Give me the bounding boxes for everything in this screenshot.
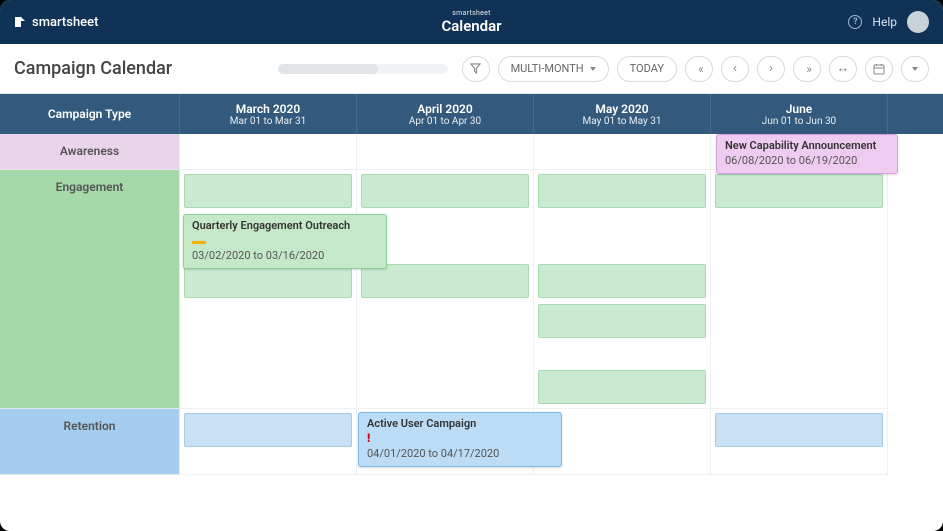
cell-awareness-apr[interactable] (357, 134, 534, 170)
toolbar: Campaign Calendar MULTI-MONTH TODAY « ‹ … (0, 44, 943, 94)
page-title: Campaign Calendar (14, 58, 172, 79)
app-title-main: Calendar (441, 18, 501, 35)
event-block-green[interactable] (715, 174, 883, 208)
calendar-button[interactable] (865, 56, 893, 82)
event-title: Quarterly Engagement Outreach (192, 219, 378, 234)
header-campaign-type: Campaign Type (0, 94, 180, 134)
brand: smartsheet (14, 15, 98, 30)
event-dates: 04/01/2020 to 04/17/2020 (367, 447, 553, 462)
event-block-green[interactable] (538, 264, 706, 298)
header-month-2[interactable]: May 2020 May 01 to May 31 (534, 94, 711, 134)
help-icon[interactable]: ? (848, 15, 862, 29)
today-button[interactable]: TODAY (617, 56, 677, 82)
row-label-awareness: Awareness (0, 134, 180, 170)
event-dates: 03/02/2020 to 03/16/2020 (192, 249, 378, 264)
event-block-green[interactable] (361, 174, 529, 208)
row-engagement: Engagement (0, 170, 943, 409)
chevron-left-icon: ‹ (733, 62, 737, 75)
today-label: TODAY (630, 62, 664, 75)
row-label-engagement: Engagement (0, 170, 180, 409)
help-label[interactable]: Help (872, 15, 897, 29)
nav-last-button[interactable]: » (793, 56, 821, 82)
grid-body: Awareness Engagement (0, 134, 943, 531)
row-label-retention: Retention (0, 409, 180, 475)
cell-engagement-mar[interactable] (180, 170, 357, 409)
more-options-button[interactable] (901, 56, 929, 82)
avatar[interactable] (907, 11, 929, 33)
horizontal-scrollbar[interactable] (278, 64, 448, 74)
chevron-down-icon (590, 67, 596, 71)
scrollbar-thumb[interactable] (278, 64, 378, 74)
nav-next-button[interactable]: › (757, 56, 785, 82)
view-mode-select[interactable]: MULTI-MONTH (498, 56, 609, 82)
status-flag-yellow-icon (192, 241, 206, 244)
cell-awareness-mar[interactable] (180, 134, 357, 170)
event-block-green[interactable] (184, 174, 352, 208)
event-block-green[interactable] (538, 304, 706, 338)
grid-header: Campaign Type March 2020 Mar 01 to Mar 3… (0, 94, 943, 134)
event-block-green[interactable] (538, 370, 706, 404)
event-block-green[interactable] (184, 264, 352, 298)
event-block-blue[interactable] (184, 413, 352, 447)
header-month-3[interactable]: June Jun 01 to Jun 30 (711, 94, 888, 134)
chevron-right-icon: › (769, 62, 773, 75)
event-card-engagement[interactable]: Quarterly Engagement Outreach 03/02/2020… (183, 214, 387, 269)
nav-prev-button[interactable]: ‹ (721, 56, 749, 82)
calendar-grid: Campaign Type March 2020 Mar 01 to Mar 3… (0, 94, 943, 531)
topbar-right: ? Help (848, 11, 929, 33)
header-month-1[interactable]: April 2020 Apr 01 to Apr 30 (357, 94, 534, 134)
event-block-blue[interactable] (715, 413, 883, 447)
event-card-retention[interactable]: Active User Campaign ! 04/01/2020 to 04/… (358, 412, 562, 467)
calendar-icon (873, 63, 885, 75)
event-title: Active User Campaign (367, 417, 553, 432)
status-flag-red-icon: ! (367, 432, 381, 435)
cell-retention-mar[interactable] (180, 409, 357, 475)
filter-button[interactable] (462, 56, 490, 82)
event-dates: 06/08/2020 to 06/19/2020 (725, 154, 889, 169)
cell-awareness-may[interactable] (534, 134, 711, 170)
cell-engagement-may[interactable] (534, 170, 711, 409)
fit-width-button[interactable]: ↔ (829, 56, 857, 82)
brand-name: smartsheet (32, 15, 98, 30)
cell-engagement-jun[interactable] (711, 170, 888, 409)
cell-retention-jun[interactable] (711, 409, 888, 475)
event-block-green[interactable] (361, 264, 529, 298)
fit-width-icon: ↔ (837, 62, 850, 75)
smartsheet-logo-icon (14, 16, 26, 28)
event-title: New Capability Announcement (725, 139, 889, 154)
app-title-sub: smartsheet (441, 10, 501, 18)
header-month-0[interactable]: March 2020 Mar 01 to Mar 31 (180, 94, 357, 134)
nav-first-button[interactable]: « (685, 56, 713, 82)
chevron-double-left-icon: « (698, 62, 700, 76)
event-block-green[interactable] (538, 174, 706, 208)
app-frame: smartsheet smartsheet Calendar ? Help Ca… (0, 0, 943, 531)
view-mode-label: MULTI-MONTH (511, 62, 584, 75)
cell-engagement-apr[interactable] (357, 170, 534, 409)
chevron-down-icon (912, 67, 918, 71)
topbar: smartsheet smartsheet Calendar ? Help (0, 0, 943, 44)
event-card-awareness[interactable]: New Capability Announcement 06/08/2020 t… (716, 134, 898, 174)
app-title: smartsheet Calendar (441, 10, 501, 34)
chevron-double-right-icon: » (806, 62, 808, 76)
